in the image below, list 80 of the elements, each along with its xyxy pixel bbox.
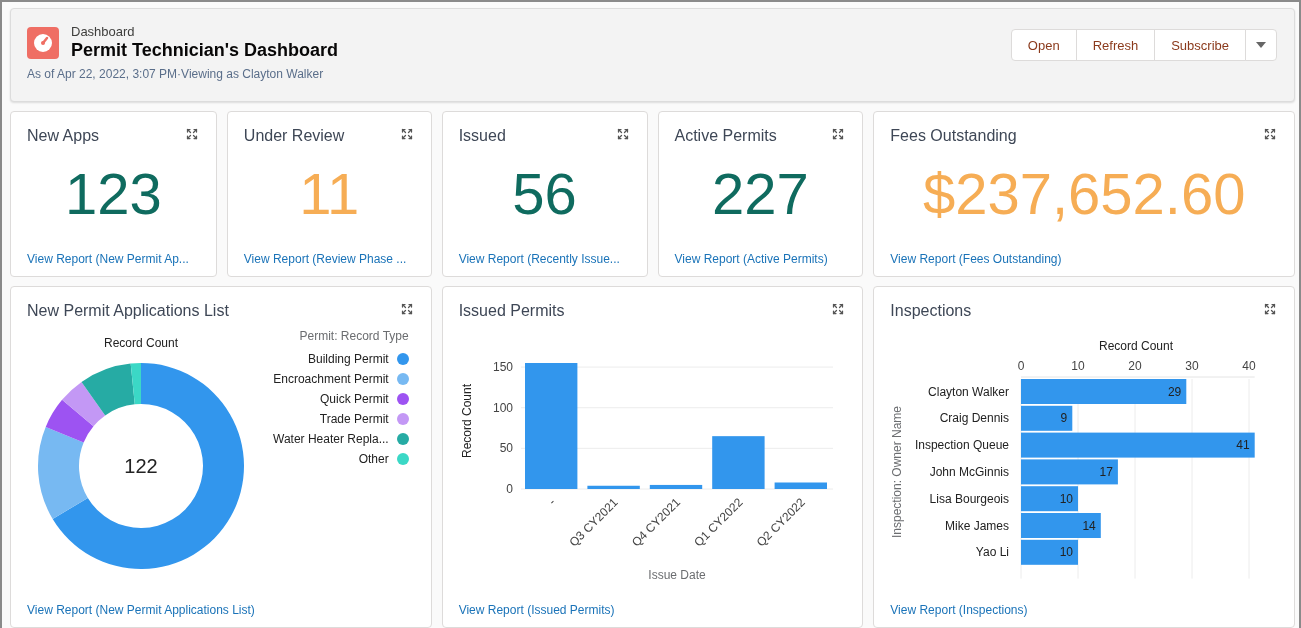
axis-category-label: Mike James <box>945 518 1010 533</box>
axis-tick-label: 0 <box>505 482 513 496</box>
view-report-link[interactable]: View Report (New Permit Ap... <box>27 252 200 266</box>
axis-title: Issue Date <box>647 568 706 582</box>
data-label: 17 <box>1099 464 1114 479</box>
view-report-link[interactable]: View Report (Review Phase ... <box>243 252 415 266</box>
card-title: Fees Outstanding <box>890 126 1017 146</box>
chart-bar <box>711 436 765 489</box>
legend-label: Trade Permit <box>319 412 389 426</box>
view-report-link[interactable]: View Report (Inspections) <box>890 603 1278 617</box>
chart-title: Record Count <box>104 336 178 350</box>
card-title: Inspections <box>890 301 972 321</box>
axis-tick-label: 100 <box>492 400 513 415</box>
card-title: Issued <box>458 126 506 146</box>
expand-icon[interactable] <box>185 128 198 140</box>
card-title: Active Permits <box>674 126 777 146</box>
card-title: New Permit Applications List <box>27 301 229 321</box>
more-actions-button[interactable] <box>1245 29 1277 61</box>
view-report-link[interactable]: View Report (Fees Outstanding) <box>890 252 1278 266</box>
header-button[interactable]: Refresh <box>1075 29 1156 61</box>
view-report-link[interactable]: View Report (New Permit Applications List) <box>27 603 415 617</box>
caret-icon <box>1256 42 1266 48</box>
data-label: 29 <box>1168 384 1182 399</box>
header-button[interactable]: Subscribe <box>1154 29 1246 61</box>
axis-title: Inspection: Owner Name <box>890 405 905 539</box>
data-label: 41 <box>1236 438 1251 453</box>
axis-category-label: Yao Li <box>976 545 1010 560</box>
axis-tick-label: 30 <box>1185 359 1199 373</box>
axis-category-label: - <box>545 495 558 508</box>
expand-icon[interactable] <box>1264 303 1276 315</box>
view-report-link[interactable]: View Report (Recently Issue... <box>458 252 631 266</box>
metric-value: 227 <box>712 165 809 223</box>
legend-label: Other <box>358 452 389 466</box>
expand-icon[interactable] <box>616 128 629 140</box>
axis-tick-label: 40 <box>1242 359 1256 373</box>
total-count: 122 <box>124 455 158 477</box>
view-report-link[interactable]: View Report (Active Permits) <box>674 252 847 266</box>
axis-tick-label: 150 <box>492 360 513 375</box>
chart-bar <box>1021 539 1079 565</box>
expand-icon[interactable] <box>832 128 845 140</box>
gauge-icon <box>27 27 59 59</box>
data-label: 9 <box>1060 411 1068 426</box>
axis-category-label: Craig Dennis <box>939 411 1010 426</box>
axis-tick-label: 0 <box>1018 359 1025 373</box>
card-title: Under Review <box>243 126 345 146</box>
header-button[interactable]: Open <box>1010 29 1077 61</box>
axis-tick-label: 10 <box>1071 359 1085 373</box>
card-title: New Apps <box>27 126 100 146</box>
metric-value: 11 <box>299 165 360 223</box>
metric-value: 56 <box>512 165 577 223</box>
legend-label: Encroachment Permit <box>273 372 389 386</box>
expand-icon[interactable] <box>832 303 845 315</box>
dashboard-title: Permit Technician's Dashboard <box>71 39 339 61</box>
chart-bar <box>587 485 640 489</box>
dashboard-subtitle: As of Apr 22, 2022, 3:07 PM·Viewing as Clayton Walker <box>27 67 325 81</box>
legend-label: Building Permit <box>307 352 389 366</box>
expand-icon[interactable] <box>1264 128 1276 140</box>
axis-tick-label: 50 <box>499 441 513 456</box>
metric-value: 123 <box>65 165 162 223</box>
expand-icon[interactable] <box>400 303 413 315</box>
view-report-link[interactable]: View Report (Issued Permits) <box>458 603 847 617</box>
expand-icon[interactable] <box>400 128 413 140</box>
card-title: Issued Permits <box>458 301 565 321</box>
axis-category-label: John McGinnis <box>929 464 1010 479</box>
data-label: 10 <box>1059 545 1074 560</box>
data-label: 14 <box>1082 518 1097 533</box>
metric-value: $237,652.60 <box>922 165 1246 223</box>
axis-category-label: Lisa Bourgeois <box>929 491 1010 506</box>
axis-tick-label: 20 <box>1128 359 1142 373</box>
chart-bar <box>649 484 702 489</box>
axis-title: Record Count <box>1099 339 1174 353</box>
axis-title: Record Count <box>459 384 474 458</box>
axis-category-label: Inspection Queue <box>915 438 1010 453</box>
axis-category-label: Clayton Walker <box>928 384 1010 399</box>
data-label: 10 <box>1059 491 1074 506</box>
legend-label: Water Heater Repla... <box>273 432 389 446</box>
chart-bar <box>774 482 827 489</box>
legend-title: Permit: Record Type <box>299 329 409 343</box>
page-kicker: Dashboard <box>71 25 136 39</box>
legend-label: Quick Permit <box>319 392 389 406</box>
